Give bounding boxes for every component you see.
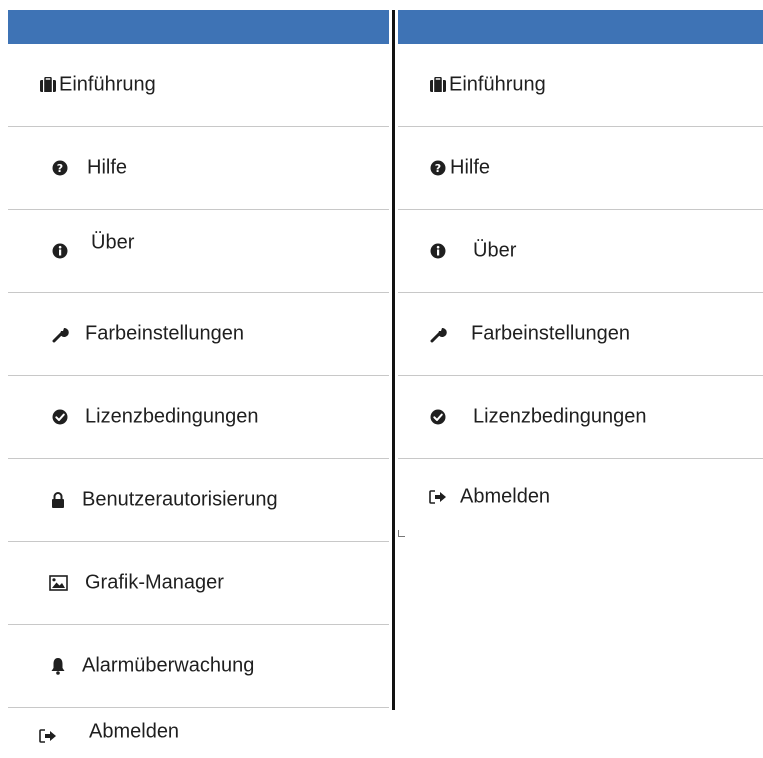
menu-item-alarmueberwachung[interactable]: Alarmüberwachung [8, 625, 389, 708]
menu-item-lizenzbedingungen[interactable]: Lizenzbedingungen [8, 376, 389, 459]
left-menu-list: Einführung ? Hilfe Über Farbeinstellunge… [8, 44, 389, 758]
briefcase-icon [38, 75, 58, 95]
menu-item-benutzerautorisierung[interactable]: Benutzerautorisierung [8, 459, 389, 542]
menu-item-hilfe[interactable]: ? Hilfe [8, 127, 389, 210]
menu-item-label: Benutzerautorisierung [82, 488, 278, 511]
panel-divider [392, 10, 395, 710]
menu-item-hilfe[interactable]: ? Hilfe [398, 127, 763, 210]
menu-item-label: Über [91, 231, 135, 254]
menu-item-grafik-manager[interactable]: Grafik-Manager [8, 542, 389, 625]
info-circle-icon [428, 241, 448, 261]
right-menu-list: Einführung ? Hilfe Über Farbeinstellunge… [398, 44, 763, 542]
sign-out-icon [38, 726, 58, 746]
menu-item-label: Grafik-Manager [85, 571, 224, 594]
menu-item-einfuehrung[interactable]: Einführung [398, 44, 763, 127]
sign-out-icon [428, 487, 448, 507]
header-bar [8, 10, 389, 44]
menu-item-label: Einführung [449, 73, 546, 96]
question-circle-icon: ? [50, 158, 70, 178]
wrench-icon [428, 324, 448, 344]
right-menu-panel: Einführung ? Hilfe Über Farbeinstellunge… [398, 0, 763, 542]
header-bar [398, 10, 763, 44]
briefcase-icon [428, 75, 448, 95]
menu-item-label: Lizenzbedingungen [473, 405, 647, 428]
wrench-icon [50, 324, 70, 344]
question-circle-icon: ? [428, 158, 448, 178]
lock-icon [48, 490, 68, 510]
menu-item-label: Hilfe [450, 156, 491, 179]
menu-item-label: Farbeinstellungen [85, 322, 244, 345]
menu-item-label: Abmelden [89, 720, 180, 743]
menu-item-label: Alarmüberwachung [82, 654, 255, 677]
menu-item-einfuehrung[interactable]: Einführung [8, 44, 389, 127]
menu-item-label: Über [473, 239, 517, 262]
svg-text:?: ? [435, 162, 441, 175]
menu-item-ueber[interactable]: Über [8, 210, 389, 293]
menu-item-label: Hilfe [87, 156, 128, 179]
menu-item-label: Einführung [59, 73, 156, 96]
info-circle-icon [50, 241, 70, 261]
menu-item-label: Farbeinstellungen [471, 322, 630, 345]
menu-item-abmelden[interactable]: Abmelden [398, 459, 763, 542]
menu-item-farbeinstellungen[interactable]: Farbeinstellungen [8, 293, 389, 376]
left-menu-panel: Einführung ? Hilfe Über Farbeinstellunge… [8, 0, 389, 758]
check-circle-icon [428, 407, 448, 427]
check-circle-icon [50, 407, 70, 427]
image-icon [48, 573, 68, 593]
bell-icon [48, 656, 68, 676]
menu-item-label: Abmelden [460, 485, 551, 508]
svg-text:?: ? [57, 162, 63, 175]
menu-item-label: Lizenzbedingungen [85, 405, 259, 428]
menu-item-lizenzbedingungen[interactable]: Lizenzbedingungen [398, 376, 763, 459]
menu-item-ueber[interactable]: Über [398, 210, 763, 293]
resize-corner-mark [398, 530, 405, 537]
menu-item-farbeinstellungen[interactable]: Farbeinstellungen [398, 293, 763, 376]
